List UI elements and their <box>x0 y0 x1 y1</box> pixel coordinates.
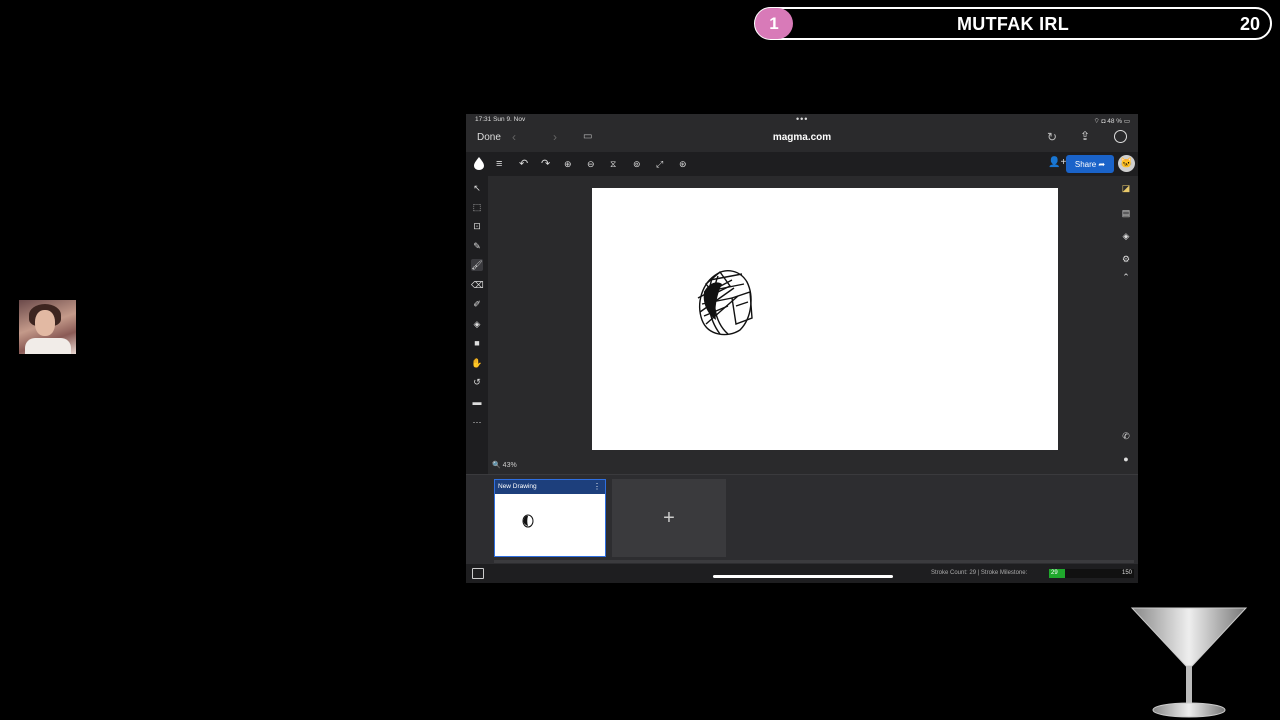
rotate-view-icon[interactable]: ↺ <box>471 376 483 388</box>
pages-toggle-icon[interactable] <box>472 568 484 579</box>
hand-tool-icon[interactable]: ✋ <box>471 357 483 369</box>
add-page-button[interactable]: + <box>612 479 726 557</box>
fill-tool-icon[interactable]: ◈ <box>471 318 483 330</box>
page-thumbnail[interactable]: New Drawing ⋮ <box>494 479 606 557</box>
zoom-out-icon[interactable]: ⊖ <box>587 157 595 171</box>
undo-icon[interactable]: ↶ <box>519 157 528 171</box>
status-indicators: ⌔ ◘ 48 % ▭ <box>1093 118 1130 125</box>
milestone-max: 150 <box>1121 570 1132 576</box>
comment-tool-icon[interactable]: ▬ <box>471 396 483 408</box>
stroke-milestone-bar: 29 150 <box>1049 569 1134 578</box>
share-sheet-icon[interactable]: ⇪ <box>1080 129 1090 143</box>
settings-dial-icon[interactable]: ⊛ <box>679 157 687 171</box>
zoom-in-icon[interactable]: ⊕ <box>564 157 572 171</box>
browser-toolbar: Done ‹ › ▭ magma.com ↻ ⇪ <box>466 126 1138 150</box>
settings-icon[interactable]: ⚙ <box>1120 253 1132 265</box>
pages-scrollbar[interactable] <box>494 560 1134 563</box>
ipad-screen: 17:31 Sun 9. Nov ••• ⌔ ◘ 48 % ▭ Done ‹ ›… <box>466 114 1138 583</box>
redo-icon[interactable]: ↷ <box>541 157 550 171</box>
select-tool-icon[interactable]: ⬚ <box>471 201 483 213</box>
zoom-indicator[interactable]: 🔍 43% <box>492 461 517 469</box>
stream-banner: 1 MUTFAK IRL 20 <box>754 7 1272 40</box>
fullscreen-icon[interactable]: ⤢ <box>656 157 663 171</box>
eraser-tool-icon[interactable]: ⌫ <box>471 279 484 291</box>
document-icon[interactable]: ▤ <box>1120 207 1132 219</box>
color-picker-icon[interactable]: ◪ <box>1120 182 1132 194</box>
multitask-dots-icon[interactable]: ••• <box>796 114 808 124</box>
sketch-drawing <box>697 270 753 336</box>
pages-strip: New Drawing ⋮ + <box>466 474 1138 565</box>
menu-icon[interactable]: ≡ <box>496 157 502 171</box>
compass-icon[interactable] <box>1114 130 1127 143</box>
webcam-shirt <box>25 338 71 354</box>
app-toolbar: ≡ ↶ ↷ ⊕ ⊖ ⧖ ⊚ ⤢ ⊛ 👤+ Share ➦ 🐱 <box>466 152 1138 176</box>
reload-icon[interactable]: ↻ <box>1047 130 1057 144</box>
zoom-icon: 🔍 <box>492 462 501 469</box>
banner-title: MUTFAK IRL <box>957 14 1069 34</box>
right-toolbar: ◪ ▤ ◈ ⚙ ⌃ ✆ ● <box>1114 176 1138 476</box>
user-avatar[interactable]: 🐱 <box>1118 155 1135 172</box>
bottom-bar: Stroke Count: 29 | Stroke Milestone: 29 … <box>466 564 1138 583</box>
magma-logo-icon[interactable] <box>474 157 484 170</box>
call-icon[interactable]: ✆ <box>1120 430 1132 442</box>
banner-count: 20 <box>1239 14 1260 34</box>
martini-glass-image <box>1130 607 1248 718</box>
webcam-face <box>35 310 55 336</box>
home-indicator[interactable] <box>713 575 893 578</box>
chat-icon[interactable]: ● <box>1120 453 1132 465</box>
status-time: 17:31 Sun 9. Nov <box>475 116 526 123</box>
move-tool-icon[interactable]: ↖ <box>471 182 483 194</box>
milestone-value: 29 <box>1051 570 1058 576</box>
share-button[interactable]: Share ➦ <box>1066 155 1114 173</box>
stroke-count-label: Stroke Count: 29 | Stroke Milestone: <box>931 570 1028 576</box>
flip-icon[interactable]: ⧖ <box>610 157 616 171</box>
layers-icon[interactable]: ◈ <box>1120 230 1132 242</box>
ios-status-bar: 17:31 Sun 9. Nov ••• ⌔ ◘ 48 % ▭ <box>466 114 1138 126</box>
add-user-icon[interactable]: 👤+ <box>1048 157 1066 168</box>
shape-tool-icon[interactable]: ■ <box>471 337 483 349</box>
page-thumbnail-sketch <box>522 514 534 528</box>
brush-tool-icon[interactable]: 🖌 <box>471 259 483 271</box>
smudge-tool-icon[interactable]: ✐ <box>471 298 483 310</box>
webcam-feed <box>19 300 76 354</box>
rotate-icon[interactable]: ⊚ <box>633 157 641 171</box>
url-text[interactable]: magma.com <box>466 132 1138 143</box>
drawing-canvas[interactable] <box>592 188 1058 450</box>
collapse-icon[interactable]: ⌃ <box>1120 271 1132 283</box>
more-tools-icon[interactable]: ⋯ <box>471 416 483 428</box>
transform-tool-icon[interactable]: ⊡ <box>471 220 483 232</box>
page-name: New Drawing <box>495 480 605 494</box>
pencil-tool-icon[interactable]: ✎ <box>471 240 483 252</box>
page-options-icon[interactable]: ⋮ <box>593 480 601 494</box>
zoom-level: 43% <box>502 462 517 469</box>
